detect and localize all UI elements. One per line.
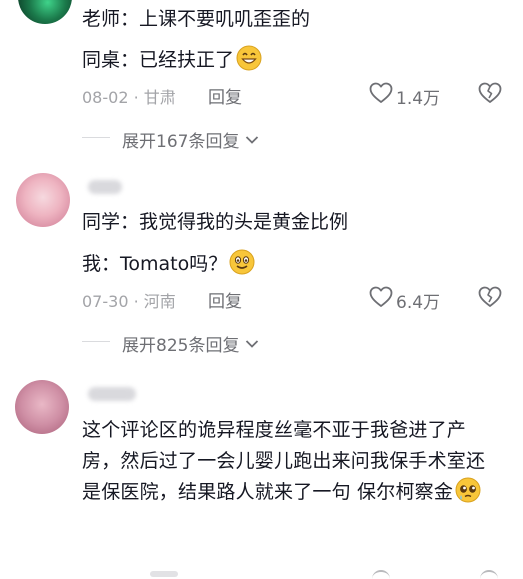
- dislike-broken-heart-icon[interactable]: [478, 286, 502, 308]
- chevron-down-icon: [245, 130, 259, 150]
- comment-text-span: 这个评论区的诡异程度丝毫不亚于我爸进了产房，然后过了一会儿婴儿跑出来问我保手术室…: [82, 419, 486, 503]
- like-count: 1.4万: [396, 89, 441, 109]
- comment-text-span: 同桌：已经扶正了: [82, 49, 235, 71]
- comment-text-line: 我：Tomato吗？: [82, 249, 255, 276]
- comment-meta-partial: [150, 571, 178, 577]
- expand-replies-button[interactable]: 展开825条回复: [122, 331, 259, 356]
- reply-button[interactable]: 回复: [208, 83, 242, 108]
- avatar[interactable]: [15, 380, 69, 434]
- comment-text-line: 老师：上课不要叽叽歪歪的: [82, 8, 311, 30]
- comment-meta: 07-30 · 河南: [82, 292, 176, 311]
- username[interactable]: [88, 387, 136, 401]
- like-heart-icon[interactable]: [372, 570, 390, 579]
- like-count: 6.4万: [396, 293, 441, 313]
- expand-replies-button[interactable]: 展开167条回复: [122, 127, 259, 152]
- like-heart-icon[interactable]: [369, 82, 393, 104]
- expand-divider: [82, 341, 110, 342]
- smiling-emoji-icon: [229, 249, 255, 275]
- chevron-down-icon: [245, 334, 259, 354]
- dislike-broken-heart-icon[interactable]: [478, 82, 502, 104]
- comment-location: 甘肃: [143, 88, 176, 107]
- comment-text-span: 我：Tomato吗？: [82, 253, 228, 275]
- pleading-emoji-icon: [455, 477, 481, 503]
- grinning-emoji-icon: [236, 45, 262, 71]
- comment-date: 08-02: [82, 88, 129, 107]
- comment-date: 07-30: [82, 292, 129, 311]
- avatar[interactable]: [16, 173, 70, 227]
- comment-text: 这个评论区的诡异程度丝毫不亚于我爸进了产房，然后过了一会儿婴儿跑出来问我保手术室…: [82, 415, 502, 508]
- reply-button[interactable]: 回复: [208, 287, 242, 312]
- comment-meta: 08-02 · 甘肃: [82, 88, 176, 107]
- comment-location: 河南: [143, 292, 176, 311]
- dislike-broken-heart-icon[interactable]: [480, 570, 498, 579]
- avatar[interactable]: [18, 0, 72, 24]
- like-heart-icon[interactable]: [369, 286, 393, 308]
- comment-text-line: 同桌：已经扶正了: [82, 45, 262, 72]
- username[interactable]: [88, 180, 122, 194]
- expand-divider: [82, 137, 110, 138]
- comment-text-line: 同学：我觉得我的头是黄金比例: [82, 211, 349, 233]
- expand-replies-label: 展开825条回复: [122, 336, 240, 356]
- expand-replies-label: 展开167条回复: [122, 132, 240, 152]
